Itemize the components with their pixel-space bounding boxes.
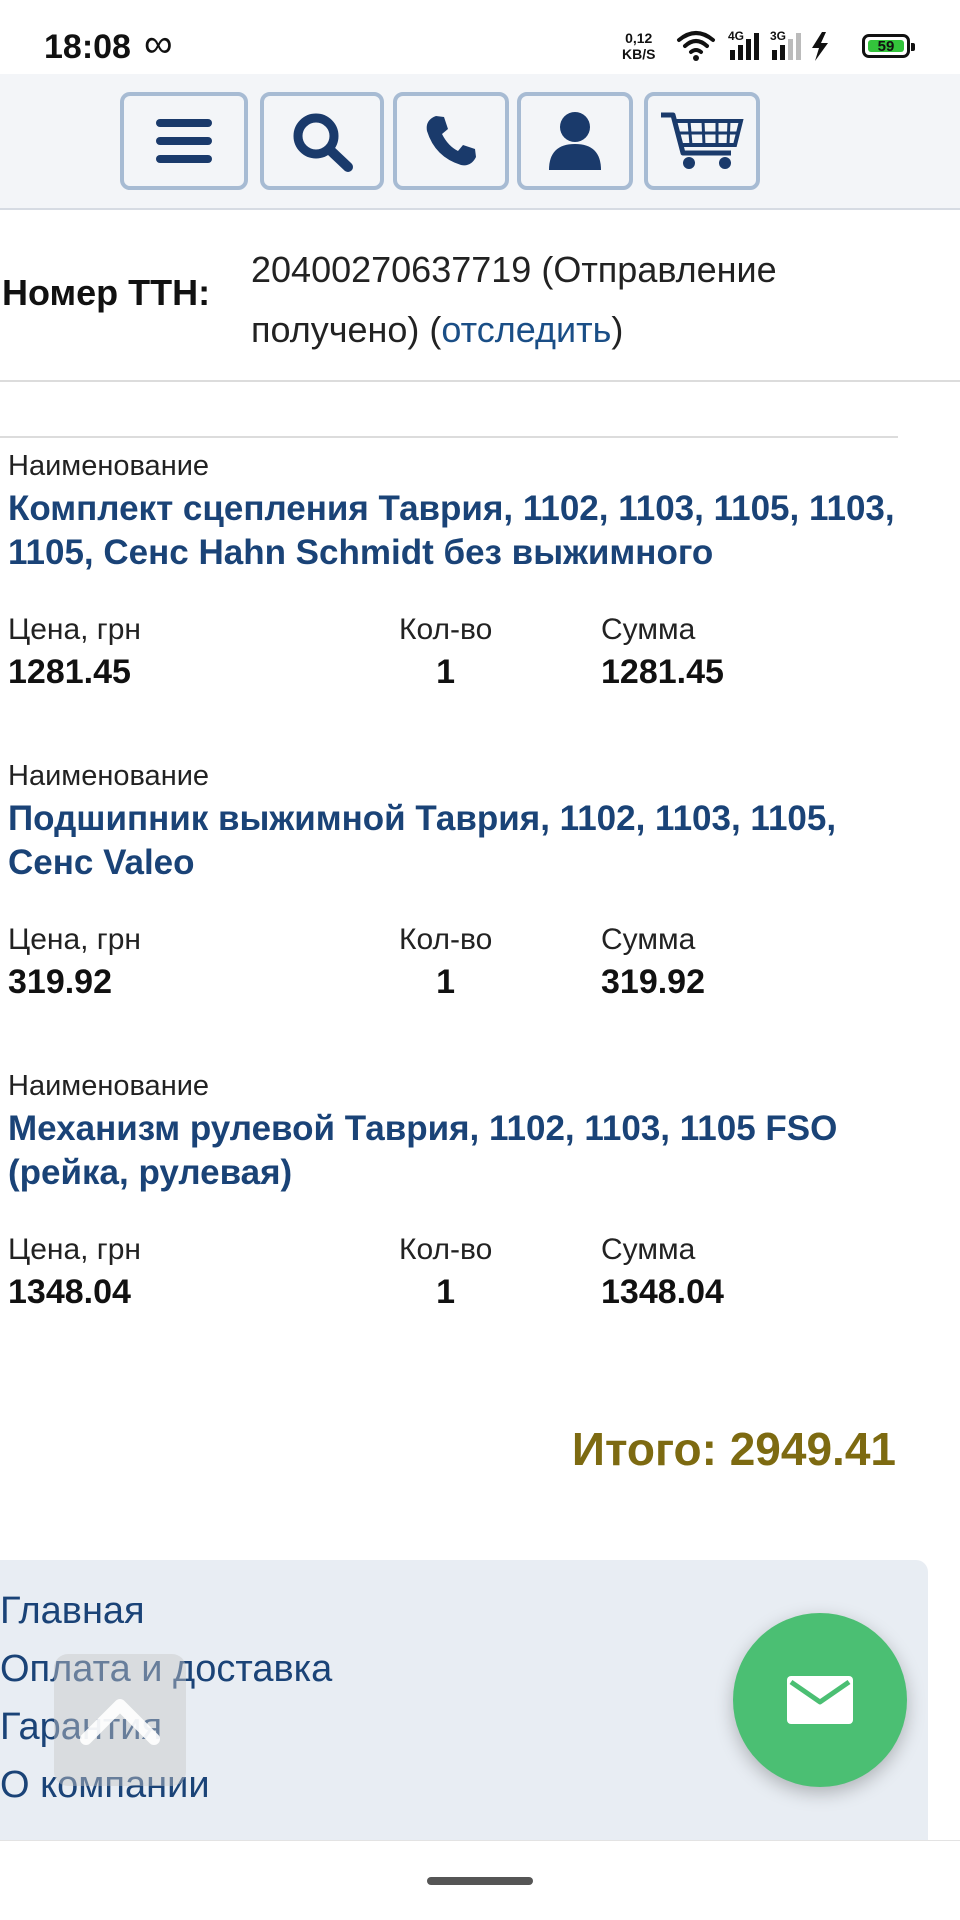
search-button[interactable] bbox=[260, 92, 384, 190]
sum-column: Сумма 319.92 bbox=[601, 923, 705, 1002]
menu-button[interactable] bbox=[120, 92, 248, 190]
footer-link-home[interactable]: Главная bbox=[0, 1590, 145, 1633]
sum-value: 319.92 bbox=[601, 963, 705, 1001]
price-column: Цена, грн 1281.45 bbox=[8, 613, 141, 692]
wifi-icon bbox=[677, 31, 715, 61]
search-icon bbox=[293, 113, 353, 172]
ttn-label: Номер ТТН: bbox=[2, 272, 211, 313]
item-name-link[interactable]: Механизм рулевой Таврия, 1102, 1103, 110… bbox=[8, 1107, 908, 1195]
ttn-number: 20400270637719 bbox=[251, 249, 532, 290]
battery-level: 59 bbox=[877, 38, 895, 55]
cart-button[interactable] bbox=[644, 92, 760, 190]
speed-unit: KB/S bbox=[622, 46, 656, 62]
qty-column: Кол-во 1 bbox=[399, 1233, 492, 1312]
order-total: Итого: 2949.41 bbox=[571, 1423, 896, 1475]
status-time: 18:08 bbox=[44, 28, 131, 66]
phone-icon bbox=[426, 116, 476, 166]
user-icon bbox=[549, 112, 601, 170]
price-value: 1348.04 bbox=[8, 1273, 131, 1311]
phone-button[interactable] bbox=[393, 92, 509, 190]
item-name-link[interactable]: Комплект сцепления Таврия, 1102, 1103, 1… bbox=[8, 487, 908, 575]
divider bbox=[0, 380, 960, 382]
item-values: Цена, грн 319.92 Кол-во 1 Сумма 319.92 bbox=[8, 923, 908, 1003]
qty-label: Кол-во bbox=[399, 923, 493, 956]
sum-label: Сумма bbox=[601, 1233, 696, 1266]
item-values: Цена, грн 1348.04 Кол-во 1 Сумма 1348.04 bbox=[8, 1233, 908, 1313]
qty-column: Кол-во 1 bbox=[399, 923, 492, 1002]
sum-value: 1281.45 bbox=[601, 653, 724, 691]
price-label: Цена, грн bbox=[8, 613, 141, 646]
ttn-paren-open: ( bbox=[429, 309, 442, 350]
qty-column: Кол-во 1 bbox=[399, 613, 492, 692]
qty-label: Кол-во bbox=[399, 613, 493, 646]
mail-icon bbox=[787, 1676, 853, 1724]
item-name-label: Наименование bbox=[8, 1070, 210, 1102]
qty-value: 1 bbox=[436, 1273, 456, 1311]
account-button[interactable] bbox=[517, 92, 633, 190]
cart-icon bbox=[661, 112, 744, 169]
sum-column: Сумма 1348.04 bbox=[601, 1233, 724, 1312]
item-name-label: Наименование bbox=[8, 450, 210, 482]
chevron-up-icon bbox=[80, 1699, 160, 1745]
net1-label: 4G bbox=[728, 29, 744, 43]
order-item: Наименование Комплект сцепления Таврия, … bbox=[8, 450, 908, 693]
scroll-to-top-button[interactable] bbox=[54, 1654, 186, 1786]
price-label: Цена, грн bbox=[8, 923, 141, 956]
signal-icons: 4G 3G bbox=[677, 29, 828, 61]
track-link[interactable]: отследить bbox=[441, 309, 611, 350]
sum-label: Сумма bbox=[601, 613, 696, 646]
message-fab-button[interactable] bbox=[733, 1613, 907, 1787]
price-column: Цена, грн 319.92 bbox=[8, 923, 141, 1002]
menu-icon bbox=[156, 119, 212, 163]
qty-value: 1 bbox=[436, 653, 456, 691]
sum-label: Сумма bbox=[601, 923, 696, 956]
price-column: Цена, грн 1348.04 bbox=[8, 1233, 141, 1312]
sum-column: Сумма 1281.45 bbox=[601, 613, 724, 692]
speed-value: 0,12 bbox=[625, 30, 653, 46]
infinity-icon: ∞ bbox=[144, 22, 173, 66]
top-nav bbox=[0, 74, 960, 210]
qty-value: 1 bbox=[436, 963, 456, 1001]
order-item: Наименование Механизм рулевой Таврия, 11… bbox=[8, 1070, 908, 1313]
network-speed: 0,12 KB/S bbox=[622, 30, 655, 62]
qty-label: Кол-во bbox=[399, 1233, 493, 1266]
price-value: 1281.45 bbox=[8, 653, 131, 691]
home-gesture-pill[interactable] bbox=[427, 1877, 533, 1885]
net2-label: 3G bbox=[770, 29, 786, 43]
order-details-screen: 18:08 ∞ 0,12 KB/S 4G 3G 59 Номер ТТН: 20… bbox=[0, 0, 960, 1920]
item-values: Цена, грн 1281.45 Кол-во 1 Сумма 1281.45 bbox=[8, 613, 908, 693]
price-label: Цена, грн bbox=[8, 1233, 141, 1266]
order-item: Наименование Подшипник выжимной Таврия, … bbox=[8, 760, 908, 1003]
sum-value: 1348.04 bbox=[601, 1273, 724, 1311]
ttn-value: 20400270637719 (Отправление получено) (о… bbox=[251, 240, 931, 360]
item-name-label: Наименование bbox=[8, 760, 210, 792]
item-name-link[interactable]: Подшипник выжимной Таврия, 1102, 1103, 1… bbox=[8, 797, 908, 885]
divider bbox=[0, 436, 898, 438]
charging-icon bbox=[812, 32, 828, 61]
status-bar: 18:08 ∞ 0,12 KB/S 4G 3G 59 bbox=[0, 0, 960, 74]
price-value: 319.92 bbox=[8, 963, 112, 1001]
battery-icon: 59 bbox=[862, 34, 915, 58]
system-nav-bar bbox=[0, 1840, 960, 1920]
ttn-paren-close: ) bbox=[611, 309, 624, 350]
